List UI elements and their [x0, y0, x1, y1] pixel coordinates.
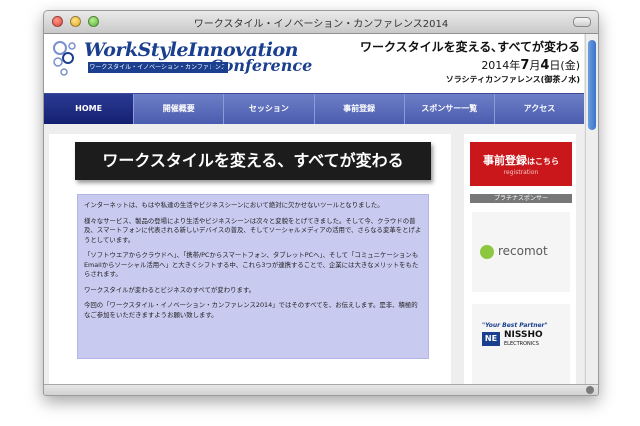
logo-subtitle: ワークスタイル・イノベーション・カンファレンス — [88, 62, 228, 73]
sidebar: 事前登録はこちら registration プラチナスポンサー recomot … — [464, 134, 576, 384]
sponsor-nissho[interactable]: "Your Best Partner" NE NISSHO ELECTRONIC… — [472, 304, 570, 384]
site-header: WorkStyleInnovation ワークスタイル・イノベーション・カンファ… — [44, 34, 584, 90]
intro-paragraph: インターネットは、もはや私達の生活やビジネスシーンにおいて絶対に欠かせないツール… — [84, 201, 384, 209]
nav-item-sponsors[interactable]: スポンサー一覧 — [405, 94, 495, 124]
scrollbar-thumb[interactable] — [588, 40, 596, 130]
register-button-label: 事前登録はこちら — [483, 154, 559, 167]
register-button[interactable]: 事前登録はこちら registration — [470, 142, 572, 186]
intro-paragraph: 様々なサービス、製品の登場により生活やビジネスシーンは次々と変貌をとげてきました… — [84, 216, 422, 244]
page-content: WorkStyleInnovation ワークスタイル・イノベーション・カンファ… — [44, 34, 584, 384]
nissho-tagline: "Your Best Partner" — [482, 322, 548, 329]
nav-item-registration[interactable]: 事前登録 — [315, 94, 405, 124]
platinum-sponsor-label: プラチナスポンサー — [470, 194, 572, 203]
recomot-logo: recomot — [480, 244, 548, 259]
main-column: ワークスタイルを変える、すべてが変わる インターネットは、もはや私達の生活やビジ… — [49, 134, 451, 384]
event-venue: ソラシティカンファレンス(御茶ノ水) — [445, 75, 580, 84]
nav-item-sessions[interactable]: セッション — [224, 94, 315, 124]
toolbar-toggle-icon[interactable] — [573, 17, 591, 27]
intro-paragraph: ワークスタイルが変わるとビジネスのすべてが変わります。 — [84, 285, 256, 294]
main-area: ワークスタイルを変える、すべてが変わる インターネットは、もはや私達の生活やビジ… — [44, 124, 584, 384]
recomot-icon — [480, 244, 494, 259]
nissho-logo-icon: NE — [482, 332, 500, 346]
nav-item-access[interactable]: アクセス — [495, 94, 584, 124]
vertical-scrollbar[interactable] — [585, 34, 598, 384]
sponsor-recomot[interactable]: recomot — [472, 212, 570, 292]
event-date: 2014年7月4日(金) — [481, 58, 580, 73]
nissho-name: NISSHO — [504, 330, 543, 340]
register-button-sublabel: registration — [503, 169, 539, 176]
nav-item-overview[interactable]: 開催概要 — [134, 94, 225, 124]
hero-banner: ワークスタイルを変える、すべてが変わる — [75, 142, 431, 180]
window-title: ワークスタイル・イノベーション・カンファレンス2014 — [193, 19, 449, 30]
intro-paragraph: 「ソフトウエアからクラウドへ」、「携帯/PCからスマートフォン、タブレットPCへ… — [84, 251, 419, 278]
main-nav: HOME 開催概要 セッション 事前登録 スポンサー一覧 アクセス — [44, 93, 584, 125]
window-titlebar[interactable]: ワークスタイル・イノベーション・カンファレンス2014 — [44, 11, 598, 34]
browser-window: ワークスタイル・イノベーション・カンファレンス2014 WorkStyleInn… — [43, 10, 599, 396]
status-icon — [586, 386, 594, 394]
nissho-subname: ELECTRONICS — [504, 341, 539, 347]
intro-textbox: インターネットは、もはや私達の生活やビジネスシーンにおいて絶対に欠かせないツール… — [77, 194, 429, 359]
intro-paragraph: 今回の「ワークスタイル・イノベーション・カンファレンス2014」ではそのすべてを… — [84, 301, 418, 319]
nav-item-home[interactable]: HOME — [44, 94, 135, 124]
header-tagline: ワークスタイルを変える､すべてが変わる — [360, 40, 580, 54]
status-bar — [44, 384, 598, 395]
logo-conference: Conference — [210, 56, 313, 75]
